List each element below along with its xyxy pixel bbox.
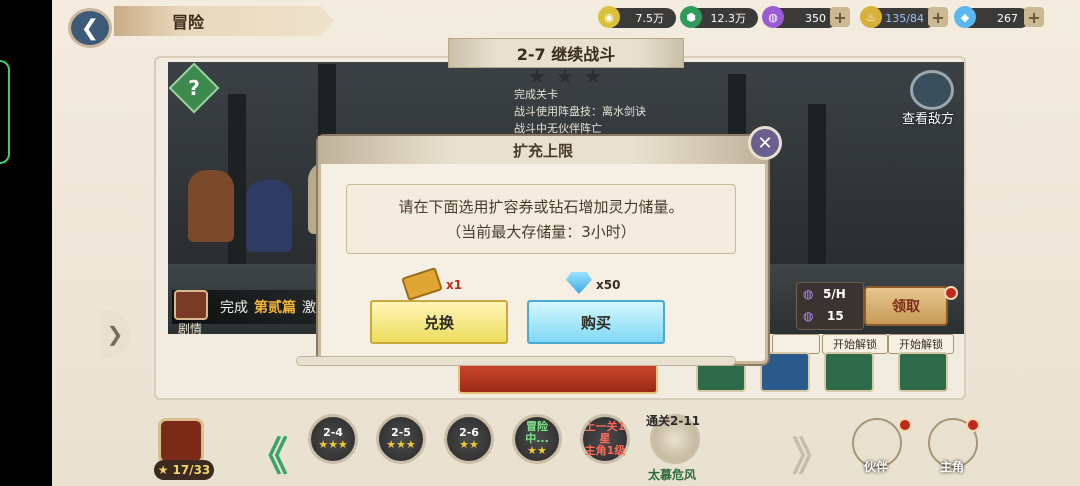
resource-jade: ⬢ 12.3万 bbox=[680, 6, 758, 28]
stage-node-stars: ★★★ bbox=[318, 438, 348, 451]
dialog-title: 扩充上限 bbox=[318, 136, 768, 164]
chest-slot[interactable] bbox=[824, 352, 874, 392]
hero-warrior bbox=[188, 170, 234, 242]
claim-button[interactable]: 领取 bbox=[864, 286, 948, 326]
resource-diamond: ◆ 267 bbox=[954, 6, 1030, 28]
resource-spirit-value: 350 bbox=[805, 11, 826, 25]
story-label: 剧情 bbox=[178, 322, 203, 336]
stage-node-stars: ★★ bbox=[527, 444, 547, 458]
treasure-count: ★ 17/33 bbox=[154, 460, 214, 480]
treasure-chest-button[interactable] bbox=[158, 418, 204, 464]
add-diamond-button[interactable]: + bbox=[1024, 7, 1044, 27]
resource-stamina: ♨ 135/84 bbox=[860, 6, 936, 28]
story-chapter: 第贰篇 bbox=[254, 300, 296, 316]
back-arrow-icon: ❮ bbox=[80, 15, 100, 41]
objective-star-icon: ★ bbox=[556, 64, 574, 88]
dialog-message: 请在下面选用扩容券或钻石增加灵力储量。 （当前最大存储量：3小时） bbox=[346, 184, 736, 254]
book-icon bbox=[174, 290, 208, 320]
story-prefix: 完成 bbox=[220, 300, 248, 316]
add-spirit-button[interactable]: + bbox=[830, 7, 850, 27]
treasure-count-value: 17/33 bbox=[172, 463, 211, 477]
chest-slot[interactable] bbox=[898, 352, 948, 392]
view-enemy-button[interactable] bbox=[910, 70, 954, 110]
back-button[interactable]: ❮ bbox=[68, 8, 112, 48]
stage-node-2-5[interactable]: 2-5 ★★★ bbox=[376, 414, 426, 464]
stage-node-label: 上一关1星 主角1级 bbox=[584, 419, 626, 458]
ticket-cost: x1 bbox=[446, 278, 463, 292]
spirit-orb-icon: ◍ bbox=[803, 309, 814, 323]
system-handle bbox=[0, 60, 10, 164]
spirit-reward-box: ◍ 5/H ◍ 15 bbox=[796, 282, 864, 330]
stamina-icon: ♨ bbox=[860, 6, 882, 28]
stage-node-stars: ★★ bbox=[459, 438, 479, 451]
objective-2: 战斗使用阵盘技：离水剑诀 bbox=[514, 105, 646, 118]
objective-star-icon: ★ bbox=[584, 64, 602, 88]
jade-icon: ⬢ bbox=[680, 6, 702, 28]
partner-label: 伙伴 bbox=[864, 460, 889, 474]
prev-page-arrow-icon[interactable]: 《 bbox=[248, 424, 288, 482]
help-icon: ? bbox=[188, 76, 200, 100]
unlock-button-2[interactable]: 开始解锁 bbox=[888, 334, 954, 354]
star-icon: ★ bbox=[157, 463, 169, 477]
resource-spirit: ◍ 350 bbox=[762, 6, 838, 28]
stage-node-stars: ★★★ bbox=[386, 438, 416, 451]
chevron-right-icon: ❯ bbox=[106, 322, 124, 346]
diamond-icon: ◆ bbox=[954, 6, 976, 28]
view-enemy-label: 查看敌方 bbox=[902, 112, 955, 127]
spirit-orb-icon: ◍ bbox=[762, 6, 784, 28]
spirit-orb-icon: ◍ bbox=[803, 287, 814, 301]
hero-label: 主角 bbox=[940, 460, 965, 474]
gold-coin-icon: ◉ bbox=[598, 6, 620, 28]
notification-dot bbox=[966, 418, 980, 432]
page-title: 冒险 bbox=[114, 6, 334, 36]
next-page-arrow-icon[interactable]: 》 bbox=[792, 424, 832, 482]
objective-star-icon: ★ bbox=[528, 64, 546, 88]
close-icon: ✕ bbox=[757, 132, 773, 154]
stage-node-label: 冒险中... bbox=[525, 419, 549, 445]
stage-node-current[interactable]: 冒险中... ★★ bbox=[512, 414, 562, 464]
notification-dot bbox=[898, 418, 912, 432]
resource-diamond-value: 267 bbox=[997, 11, 1018, 25]
boss-name: 太慕危风 bbox=[648, 468, 697, 482]
resource-stamina-value: 135/84 bbox=[885, 11, 924, 25]
objective-1: 完成关卡 bbox=[514, 88, 558, 101]
resource-jade-value: 12.3万 bbox=[710, 12, 747, 25]
reward-rate: 5/H bbox=[823, 287, 846, 301]
side-expand-button[interactable]: ❯ bbox=[100, 310, 130, 358]
resource-gold: ◉ 7.5万 bbox=[598, 6, 676, 28]
diamond-cost: x50 bbox=[596, 278, 621, 292]
next-clear-label: 通关2-11 bbox=[646, 414, 701, 428]
unlock-button-0[interactable] bbox=[772, 334, 820, 354]
stage-node-2-4[interactable]: 2-4 ★★★ bbox=[308, 414, 358, 464]
exchange-button[interactable]: 兑换 bbox=[370, 300, 508, 344]
stage-node-locked[interactable]: 上一关1星 主角1级 bbox=[580, 414, 630, 464]
resource-gold-value: 7.5万 bbox=[635, 12, 665, 25]
notification-dot bbox=[944, 286, 958, 300]
close-button[interactable]: ✕ bbox=[748, 126, 782, 160]
reward-count: 15 bbox=[827, 309, 844, 323]
dialog-message-line1: 请在下面选用扩容券或钻石增加灵力储量。 bbox=[398, 198, 684, 216]
scroll-rod bbox=[296, 356, 736, 366]
objective-3: 战斗中无伙伴阵亡 bbox=[514, 122, 602, 135]
add-stamina-button[interactable]: + bbox=[928, 7, 948, 27]
unlock-button-1[interactable]: 开始解锁 bbox=[822, 334, 888, 354]
stage-node-2-6[interactable]: 2-6 ★★ bbox=[444, 414, 494, 464]
hero-swordsman bbox=[246, 180, 292, 252]
dialog-message-line2: （当前最大存储量：3小时） bbox=[446, 223, 636, 241]
buy-button[interactable]: 购买 bbox=[527, 300, 665, 344]
